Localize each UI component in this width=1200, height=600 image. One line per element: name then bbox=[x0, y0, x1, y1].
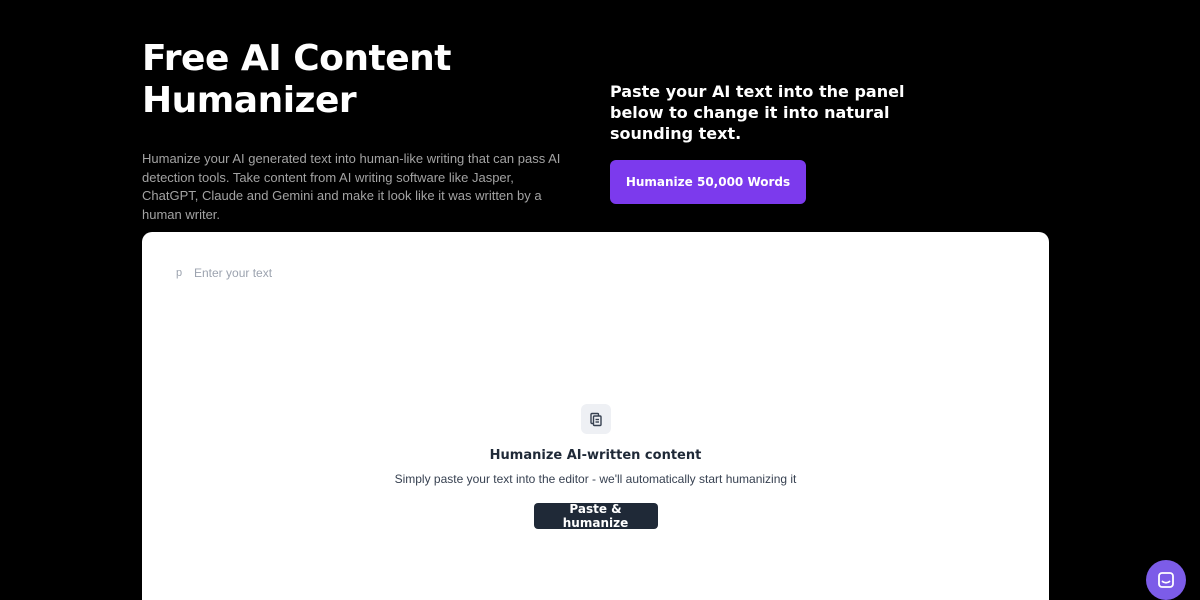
hero-description: Humanize your AI generated text into hum… bbox=[142, 151, 561, 222]
chat-launcher-button[interactable] bbox=[1146, 560, 1186, 600]
text-editor-input[interactable] bbox=[194, 262, 994, 284]
humanize-words-button[interactable]: Humanize 50,000 Words bbox=[610, 160, 806, 204]
cta-tagline: Paste your AI text into the panel below … bbox=[610, 82, 905, 143]
paste-humanize-button[interactable]: Paste & humanize bbox=[533, 502, 658, 530]
empty-state: Humanize AI-written content Simply paste… bbox=[142, 404, 1049, 530]
empty-state-subtitle: Simply paste your text into the editor -… bbox=[394, 472, 797, 486]
editor-panel[interactable]: p Humanize AI-written content Simply pas… bbox=[142, 232, 1049, 600]
paragraph-marker: p bbox=[176, 267, 183, 279]
page-title: Free AI Content Humanizer bbox=[142, 38, 451, 121]
clipboard-icon bbox=[580, 404, 611, 434]
page: Free AI Content Humanizer Humanize your … bbox=[0, 0, 1200, 600]
chat-icon bbox=[1156, 570, 1176, 590]
empty-state-title: Humanize AI-written content bbox=[489, 448, 702, 463]
